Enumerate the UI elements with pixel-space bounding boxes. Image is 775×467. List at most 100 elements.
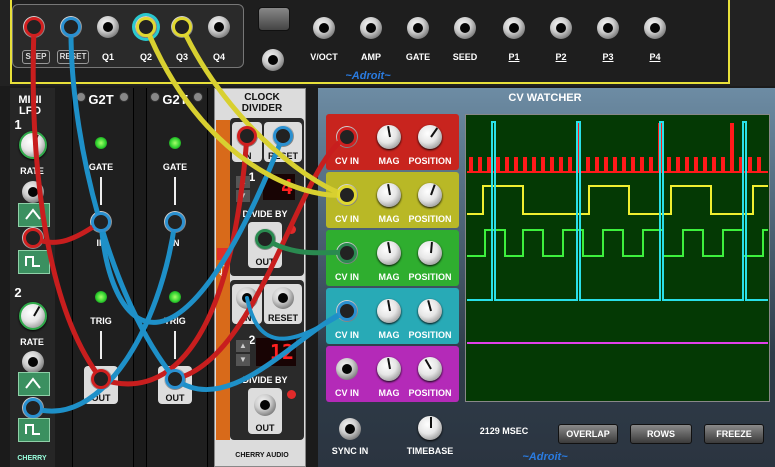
cv-ch1-plug[interactable] xyxy=(337,127,357,147)
cv-ch3-position-knob[interactable] xyxy=(418,241,442,265)
p1-label: P1 xyxy=(508,52,520,62)
g2t-a-gate-label: GATE xyxy=(88,162,114,172)
cv-ch1-mag-knob[interactable] xyxy=(377,125,401,149)
g2t-a-trig-led xyxy=(95,291,107,303)
divider-line xyxy=(174,331,176,359)
g2t-a-in-plug[interactable] xyxy=(91,212,111,232)
amp-jack[interactable] xyxy=(360,17,382,39)
clock-title-2: DIVIDER xyxy=(241,103,283,114)
q4-label: Q4 xyxy=(212,52,226,62)
clock-divide-by-label-2: DIVIDE BY xyxy=(242,375,288,385)
q2-plug[interactable] xyxy=(136,17,156,37)
p4-jack[interactable] xyxy=(644,17,666,39)
clock-down-arrow-button[interactable]: ▼ xyxy=(236,190,250,202)
voct-jack[interactable] xyxy=(313,17,335,39)
cv-freeze-button[interactable]: FREEZE xyxy=(704,424,764,444)
cv-ch4-position-label: POSITION xyxy=(408,330,452,340)
cv-timebase-label: TIMEBASE xyxy=(406,446,454,456)
lfo2-triangle-icon xyxy=(25,376,41,389)
lfo2-rate-knob[interactable] xyxy=(19,302,47,330)
clock-up-arrow-button-2[interactable]: ▲ xyxy=(236,340,250,352)
q4-jack[interactable] xyxy=(208,16,230,38)
lfo1-triangle-icon xyxy=(25,207,41,220)
reset-label: RESET xyxy=(57,50,89,64)
cv-ch1-in-label: CV IN xyxy=(334,156,360,166)
q3-plug[interactable] xyxy=(172,17,192,37)
q1-jack[interactable] xyxy=(97,16,119,38)
q1-label: Q1 xyxy=(101,52,115,62)
cv-ch5-in-jack[interactable] xyxy=(336,358,358,380)
g2t-b-trig-led xyxy=(169,291,181,303)
cv-rows-button[interactable]: ROWS xyxy=(630,424,692,444)
clock-input-link-button[interactable] xyxy=(217,248,230,260)
divider-line xyxy=(174,177,176,205)
cv-ch3-plug[interactable] xyxy=(337,243,357,263)
cv-ch2-plug[interactable] xyxy=(337,185,357,205)
lfo1-rate-label: RATE xyxy=(20,166,44,176)
gate-jack[interactable] xyxy=(407,17,429,39)
p3-jack[interactable] xyxy=(597,17,619,39)
patch-button[interactable] xyxy=(258,7,290,31)
lfo-title-2: LFO xyxy=(19,105,41,117)
clock-divide-by-label-1: DIVIDE BY xyxy=(242,209,288,219)
seed-jack[interactable] xyxy=(454,17,476,39)
lfo1-out-jack-a[interactable] xyxy=(22,181,44,203)
clock-out-plug[interactable] xyxy=(255,229,275,249)
p3-label: P3 xyxy=(602,52,614,62)
g2t-b-out-label: OUT xyxy=(165,393,185,403)
g2t-b-in-plug[interactable] xyxy=(165,212,185,232)
q2-label: Q2 xyxy=(139,52,153,62)
clock-title-1: CLOCK xyxy=(244,92,280,103)
screw-icon xyxy=(150,92,160,102)
patch-jack[interactable] xyxy=(262,49,284,71)
p2-jack[interactable] xyxy=(550,17,572,39)
clock-down-arrow-button-2[interactable]: ▼ xyxy=(236,354,250,366)
clock-reset-jack-2[interactable] xyxy=(272,287,294,309)
cv-ch4-position-knob[interactable] xyxy=(418,299,442,323)
clock-in-jack-2[interactable] xyxy=(236,287,258,309)
lfo2-out-jack-a[interactable] xyxy=(22,351,44,373)
cv-ch2-mag-knob[interactable] xyxy=(377,183,401,207)
cv-overlap-button[interactable]: OVERLAP xyxy=(558,424,618,444)
cv-ch5-position-knob[interactable] xyxy=(418,357,442,381)
cv-ch5-mag-label: MAG xyxy=(378,388,400,398)
lfo1-rate-knob[interactable] xyxy=(19,131,47,159)
cv-timebase-knob[interactable] xyxy=(418,416,442,440)
cv-sync-in-label: SYNC IN xyxy=(331,446,369,456)
q3-label: Q3 xyxy=(175,52,189,62)
clock-led-1 xyxy=(287,225,296,234)
lfo-num-2: 2 xyxy=(14,285,22,300)
reset-plug[interactable] xyxy=(61,17,81,37)
lfo1-square-icon xyxy=(25,254,41,267)
cv-ch4-mag-knob[interactable] xyxy=(377,299,401,323)
step-plug[interactable] xyxy=(24,17,44,37)
p1-jack[interactable] xyxy=(503,17,525,39)
cv-ch3-mag-knob[interactable] xyxy=(377,241,401,265)
g2t-b-title: G2T xyxy=(162,92,188,107)
g2t-b-gate-label: GATE xyxy=(162,162,188,172)
amp-label: AMP xyxy=(361,52,381,62)
g2t-a-out-label: OUT xyxy=(91,393,111,403)
cv-ch3-mag-label: MAG xyxy=(378,272,400,282)
clock-in-plug[interactable] xyxy=(237,126,257,146)
cv-ch1-position-knob[interactable] xyxy=(418,125,442,149)
cv-ch2-position-knob[interactable] xyxy=(418,183,442,207)
clock-reset-plug[interactable] xyxy=(273,126,293,146)
clock-out-jack-2[interactable] xyxy=(254,394,276,416)
clock-up-arrow-button[interactable]: ▲ xyxy=(236,176,250,188)
clock-input-link-arrow-icon: ⇩ xyxy=(216,264,230,281)
voct-label: V/OCT xyxy=(310,52,338,62)
g2t-b-gate-led xyxy=(169,137,181,149)
cv-scope-display xyxy=(465,114,770,402)
g2t-b-out-plug[interactable] xyxy=(165,369,185,389)
lfo2-plug[interactable] xyxy=(23,398,43,418)
cv-sync-in-jack[interactable] xyxy=(339,418,361,440)
cv-ch5-mag-knob[interactable] xyxy=(377,357,401,381)
g2t-a-out-plug[interactable] xyxy=(91,369,111,389)
clock-in-label: IN xyxy=(242,151,252,161)
g2t-a-title: G2T xyxy=(88,92,114,107)
lfo2-rate-label: RATE xyxy=(20,337,44,347)
cv-ch4-plug[interactable] xyxy=(337,301,357,321)
lfo1-plug[interactable] xyxy=(23,228,43,248)
clock-brand: CHERRY AUDIO xyxy=(235,452,289,459)
